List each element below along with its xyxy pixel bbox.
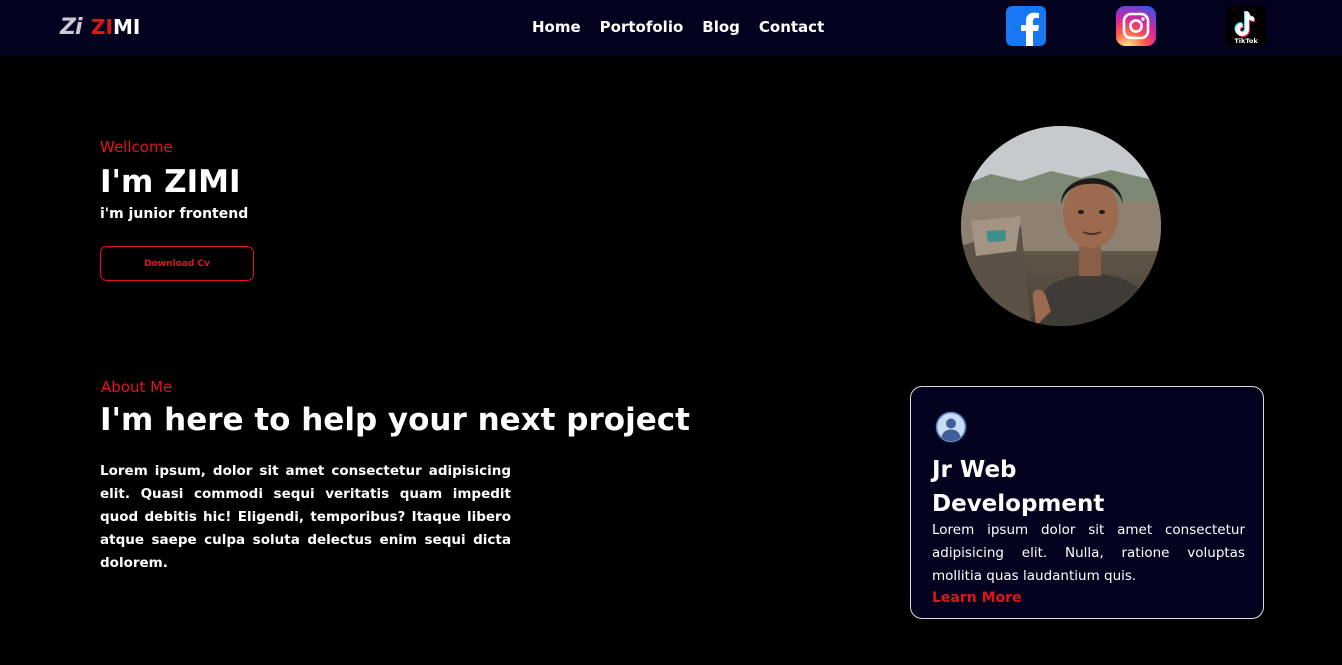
user-circle-glyph xyxy=(935,411,967,443)
tiktok-label: TikTok xyxy=(1234,37,1258,45)
tiktok-icon[interactable]: TikTok xyxy=(1226,6,1266,46)
tiktok-glyph: TikTok xyxy=(1234,11,1258,45)
facebook-glyph xyxy=(1021,12,1039,46)
hero-title: I'm ZIMI xyxy=(100,164,241,200)
about-title: I'm here to help your next project xyxy=(100,402,690,438)
top-navbar: Zi ZIMI Home Portofolio Blog Contact Tik… xyxy=(0,0,1342,56)
main-menu: Home Portofolio Blog Contact xyxy=(532,17,843,37)
download-cv-button[interactable]: Download Cv xyxy=(100,246,254,281)
instagram-glyph xyxy=(1122,12,1150,40)
logo-text-white: MI xyxy=(112,15,141,39)
nav-link-home[interactable]: Home xyxy=(532,17,581,37)
logo-mark: Zi xyxy=(60,14,83,40)
card-text: Lorem ipsum dolor sit amet consectetur a… xyxy=(932,522,1245,584)
logo-text: ZIMI xyxy=(91,15,140,39)
learn-more-link[interactable]: Learn More xyxy=(932,590,1022,606)
logo[interactable]: Zi ZIMI xyxy=(60,12,140,42)
hero-role: i'm junior frontend xyxy=(100,206,249,222)
nav-link-portofolio[interactable]: Portofolio xyxy=(600,17,684,37)
about-text: Lorem ipsum, dolor sit amet consectetur … xyxy=(100,463,511,571)
instagram-icon[interactable] xyxy=(1116,6,1156,46)
nav-link-contact[interactable]: Contact xyxy=(759,17,824,37)
card-title: Jr Web Development xyxy=(932,457,1105,517)
service-card: Jr Web Development Lorem ipsum dolor sit… xyxy=(910,386,1264,619)
nav-link-blog[interactable]: Blog xyxy=(702,17,740,37)
profile-photo xyxy=(961,126,1161,326)
logo-text-red: ZI xyxy=(91,15,113,39)
facebook-icon[interactable] xyxy=(1006,6,1046,46)
about-label: About Me xyxy=(101,378,173,396)
user-circle-icon xyxy=(935,411,967,443)
profile-photo-illustration xyxy=(961,126,1161,326)
hero-greeting: Wellcome xyxy=(100,138,173,156)
